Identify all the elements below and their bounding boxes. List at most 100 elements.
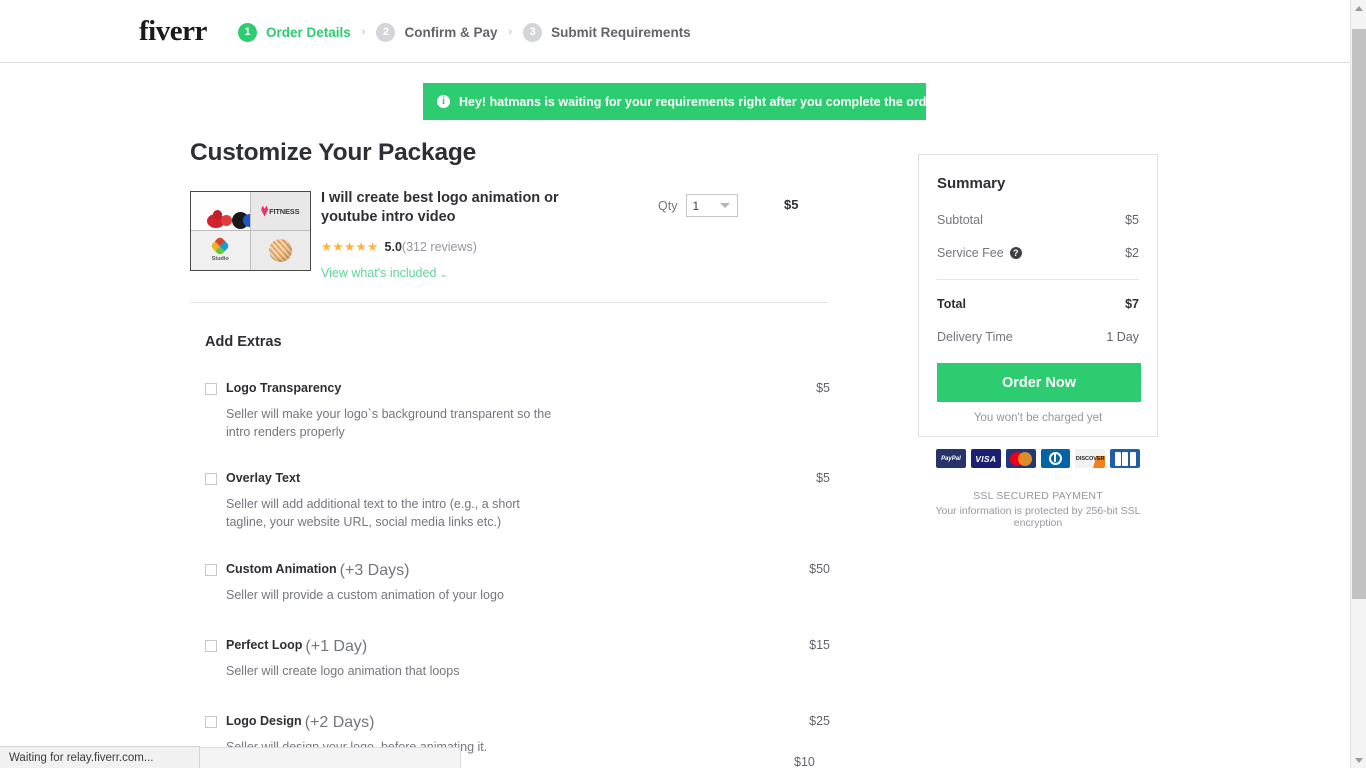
fiverr-logo[interactable]: fiverr <box>139 17 207 46</box>
thumbnail-fitness-label: FITNESS <box>269 206 300 216</box>
extra-price-partial: $10 <box>794 755 815 768</box>
chevron-down-icon: ⌄ <box>439 268 448 280</box>
extra-days-custom-animation: (+3 Days) <box>339 561 410 579</box>
summary-row-service-fee: Service Fee ? $2 <box>937 246 1139 260</box>
step-1-badge: 1 <box>238 22 257 42</box>
page-title: Customize Your Package <box>190 139 477 166</box>
subtotal-value: $5 <box>1125 213 1139 227</box>
extra-item-overlay-text: Overlay Text Seller will add additional … <box>205 471 830 531</box>
step-3-label: Submit Requirements <box>551 24 691 40</box>
extra-checkbox-overlay-text[interactable] <box>205 473 217 486</box>
step-confirm-pay[interactable]: 2 Confirm & Pay <box>376 22 498 42</box>
step-1-label: Order Details <box>266 24 351 40</box>
browser-status-bar: Waiting for relay.fiverr.com... <box>0 746 200 768</box>
total-value: $7 <box>1125 297 1139 311</box>
step-submit-requirements[interactable]: 3 Submit Requirements <box>523 22 691 42</box>
status-bar-text: Waiting for relay.fiverr.com... <box>9 751 154 764</box>
section-divider <box>190 302 828 303</box>
diners-club-icon <box>1040 449 1071 468</box>
service-fee-value: $2 <box>1125 246 1139 260</box>
gig-summary-row: FITNESS Studio I will create best logo a… <box>190 190 830 280</box>
extra-days-logo-design: (+2 Days) <box>304 713 375 731</box>
delivery-time-label: Delivery Time <box>937 330 1013 344</box>
summary-heading: Summary <box>937 175 1006 192</box>
extra-description-perfect-loop: Seller will create logo animation that l… <box>226 663 460 678</box>
extra-name-logo-design: Logo Design <box>226 713 302 728</box>
step-2-badge: 2 <box>376 22 396 42</box>
service-fee-label: Service Fee ? <box>937 246 1022 260</box>
ssl-notice: SSL SECURED PAYMENT Your information is … <box>918 490 1158 529</box>
extra-name-custom-animation: Custom Animation <box>226 561 337 576</box>
extra-checkbox-perfect-loop[interactable] <box>205 639 217 652</box>
step-separator-1: › <box>361 25 366 38</box>
extra-description-logo-transparency: Seller will make your logo`s background … <box>226 407 552 440</box>
subtotal-label: Subtotal <box>937 213 983 227</box>
extra-description-overlay-text: Seller will add additional text to the i… <box>226 497 520 530</box>
gig-title[interactable]: I will create best logo animation or you… <box>321 189 591 228</box>
gig-info: I will create best logo animation or you… <box>321 189 591 282</box>
summary-row-total: Total $7 <box>937 297 1139 311</box>
help-icon[interactable]: ? <box>1009 247 1022 259</box>
extra-price-logo-transparency: $5 <box>816 381 830 395</box>
gig-price: $5 <box>784 197 799 212</box>
extra-price-logo-design: $25 <box>809 713 830 728</box>
summary-divider <box>937 279 1139 280</box>
extra-checkbox-logo-design[interactable] <box>205 715 217 728</box>
extra-checkbox-custom-animation[interactable] <box>205 563 217 576</box>
extra-name-perfect-loop: Perfect Loop <box>226 637 303 652</box>
order-now-button[interactable]: Order Now <box>937 363 1141 402</box>
scroll-down-arrow-icon[interactable] <box>1351 752 1366 768</box>
step-separator-2: › <box>508 25 513 38</box>
extra-item-custom-animation: Custom Animation (+3 Days) Seller will p… <box>205 562 830 604</box>
step-order-details[interactable]: 1 Order Details <box>238 22 351 42</box>
visa-icon: VISA <box>970 449 1001 468</box>
thumbnail-cell-ball <box>250 231 310 270</box>
extra-item-partial[interactable] <box>196 747 461 768</box>
charge-note: You won't be charged yet <box>973 412 1103 424</box>
service-fee-text: Service Fee <box>937 246 1004 260</box>
payment-methods: PayPal VISA DISCOVER <box>936 449 1140 468</box>
thumbnail-cell-logos <box>191 192 251 231</box>
summary-row-delivery-time: Delivery Time 1 Day <box>937 330 1139 344</box>
ssl-subtitle: Your information is protected by 256-bit… <box>935 505 1141 529</box>
rating-count: (312 reviews) <box>401 240 477 255</box>
summary-row-subtotal: Subtotal $5 <box>937 213 1139 227</box>
ssl-title: SSL SECURED PAYMENT <box>973 490 1103 502</box>
extra-checkbox-logo-transparency[interactable] <box>205 383 217 395</box>
scrollbar-thumb[interactable] <box>1352 29 1366 599</box>
extra-name-logo-transparency: Logo Transparency <box>226 381 342 395</box>
requirements-notice-banner: i Hey! hatmans is waiting for your requi… <box>423 83 992 120</box>
star-rating-icon: ★★★★★ <box>321 239 379 254</box>
gig-thumbnail[interactable]: FITNESS Studio <box>190 191 311 271</box>
add-extras-heading: Add Extras <box>205 334 282 350</box>
extra-item-perfect-loop: Perfect Loop (+1 Day) Seller will create… <box>205 638 830 680</box>
view-whats-included-link[interactable]: View what's included ⌄ <box>321 266 448 280</box>
thumbnail-cell-studio: Studio <box>191 231 251 270</box>
studio-mark-icon <box>210 236 231 256</box>
discover-label: DISCOVER <box>1075 455 1105 462</box>
view-whats-included-label: View what's included <box>321 265 437 280</box>
extra-name-overlay-text: Overlay Text <box>226 471 301 486</box>
total-label: Total <box>937 297 966 311</box>
quantity-group: Qty 1 <box>658 194 739 217</box>
extras-list: Logo Transparency Seller will make your … <box>205 381 830 756</box>
extra-days-perfect-loop: (+1 Day) <box>305 637 368 655</box>
blue-blob-icon <box>243 214 250 227</box>
scroll-up-arrow-icon[interactable] <box>1351 0 1366 16</box>
extra-price-overlay-text: $5 <box>816 471 830 486</box>
extra-price-perfect-loop: $15 <box>809 637 830 652</box>
fitness-mark-icon <box>261 205 269 217</box>
site-header: fiverr 1 Order Details › 2 Confirm & Pay… <box>0 0 1350 63</box>
vertical-scrollbar[interactable] <box>1350 0 1366 768</box>
quantity-select[interactable]: 1 <box>686 194 739 217</box>
order-summary-panel: Summary Subtotal $5 Service Fee ? $2 Tot… <box>918 154 1158 437</box>
gig-rating: ★★★★★ 5.0 (312 reviews) <box>321 240 591 255</box>
quantity-label: Qty <box>658 198 678 213</box>
notice-dismiss-link[interactable]: Ok, got it <box>938 95 992 109</box>
striped-ball-icon <box>268 239 292 262</box>
browser-viewport: fiverr 1 Order Details › 2 Confirm & Pay… <box>0 0 1366 768</box>
chevron-down-icon <box>720 203 731 208</box>
checkout-step-indicator: 1 Order Details › 2 Confirm & Pay › 3 Su… <box>238 20 691 44</box>
extra-description-custom-animation: Seller will provide a custom animation o… <box>226 587 504 602</box>
thumbnail-studio-label: Studio <box>211 256 229 262</box>
